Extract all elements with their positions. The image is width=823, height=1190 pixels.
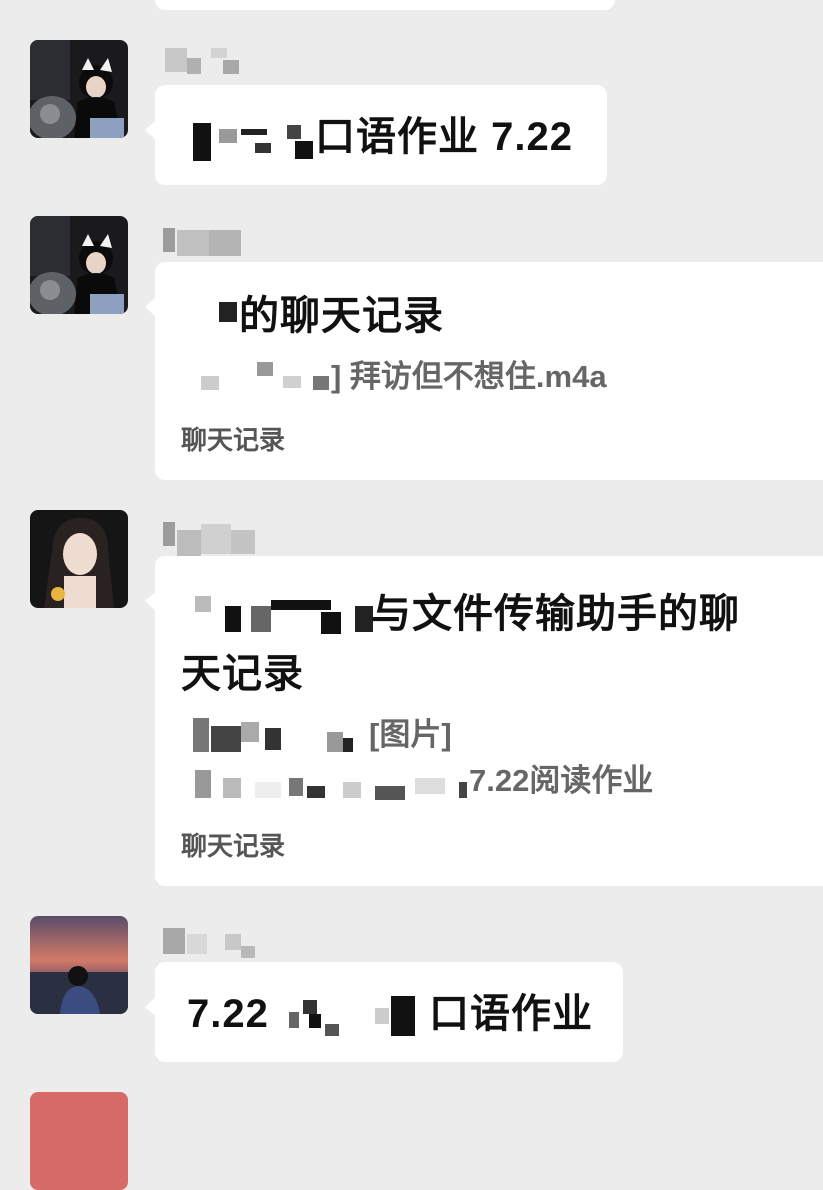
- sender-avatar[interactable]: [30, 1092, 128, 1190]
- chat-record-title-line1: 与文件传输助手的聊: [371, 592, 740, 636]
- sender-name-pixelated: [163, 46, 243, 76]
- avatar-partial-icon: [30, 1092, 128, 1190]
- chat-record-line: 7.22阅读作业: [469, 763, 654, 798]
- chat-record-bubble[interactable]: 与文件传输助手的聊 天记录 [图片] 7.22阅读作业 聊天记录: [145, 556, 823, 886]
- message-date-prefix: 7.22: [187, 992, 269, 1036]
- sender-avatar[interactable]: [30, 216, 128, 314]
- message-bubble-text[interactable]: 口语作业 7.22: [145, 85, 607, 185]
- sender-name-pixelated: [163, 224, 253, 256]
- chat-record-bubble[interactable]: 的聊天记录 ] 拜访但不想住.m4a 聊天记录: [145, 262, 823, 480]
- chat-record-line: ] 拜访但不想住.m4a: [331, 359, 607, 394]
- previous-message-bubble[interactable]: [155, 0, 615, 10]
- chat-record-title-line2: 天记录: [181, 652, 304, 696]
- avatar-girl-cat-icon: [30, 40, 128, 138]
- message-bubble-text[interactable]: 7.22 口语作业: [145, 962, 623, 1062]
- message-text: 口语作业: [429, 992, 593, 1036]
- avatar-girl-cat-icon: [30, 216, 128, 314]
- sender-avatar[interactable]: [30, 40, 128, 138]
- avatar-girl-portrait-icon: [30, 510, 128, 608]
- chat-record-footer: 聊天记录: [181, 425, 286, 455]
- chat-record-title: 的聊天记录: [239, 294, 444, 338]
- message-text: 口语作业 7.22: [315, 115, 573, 159]
- chat-record-footer: 聊天记录: [181, 831, 286, 861]
- chat-record-line: [图片]: [369, 717, 452, 752]
- pixelated-redaction: [193, 123, 211, 161]
- sender-name-pixelated: [163, 518, 273, 556]
- avatar-sunset-man-icon: [30, 916, 128, 1014]
- sender-name-pixelated: [163, 924, 273, 958]
- sender-avatar[interactable]: [30, 916, 128, 1014]
- sender-avatar[interactable]: [30, 510, 128, 608]
